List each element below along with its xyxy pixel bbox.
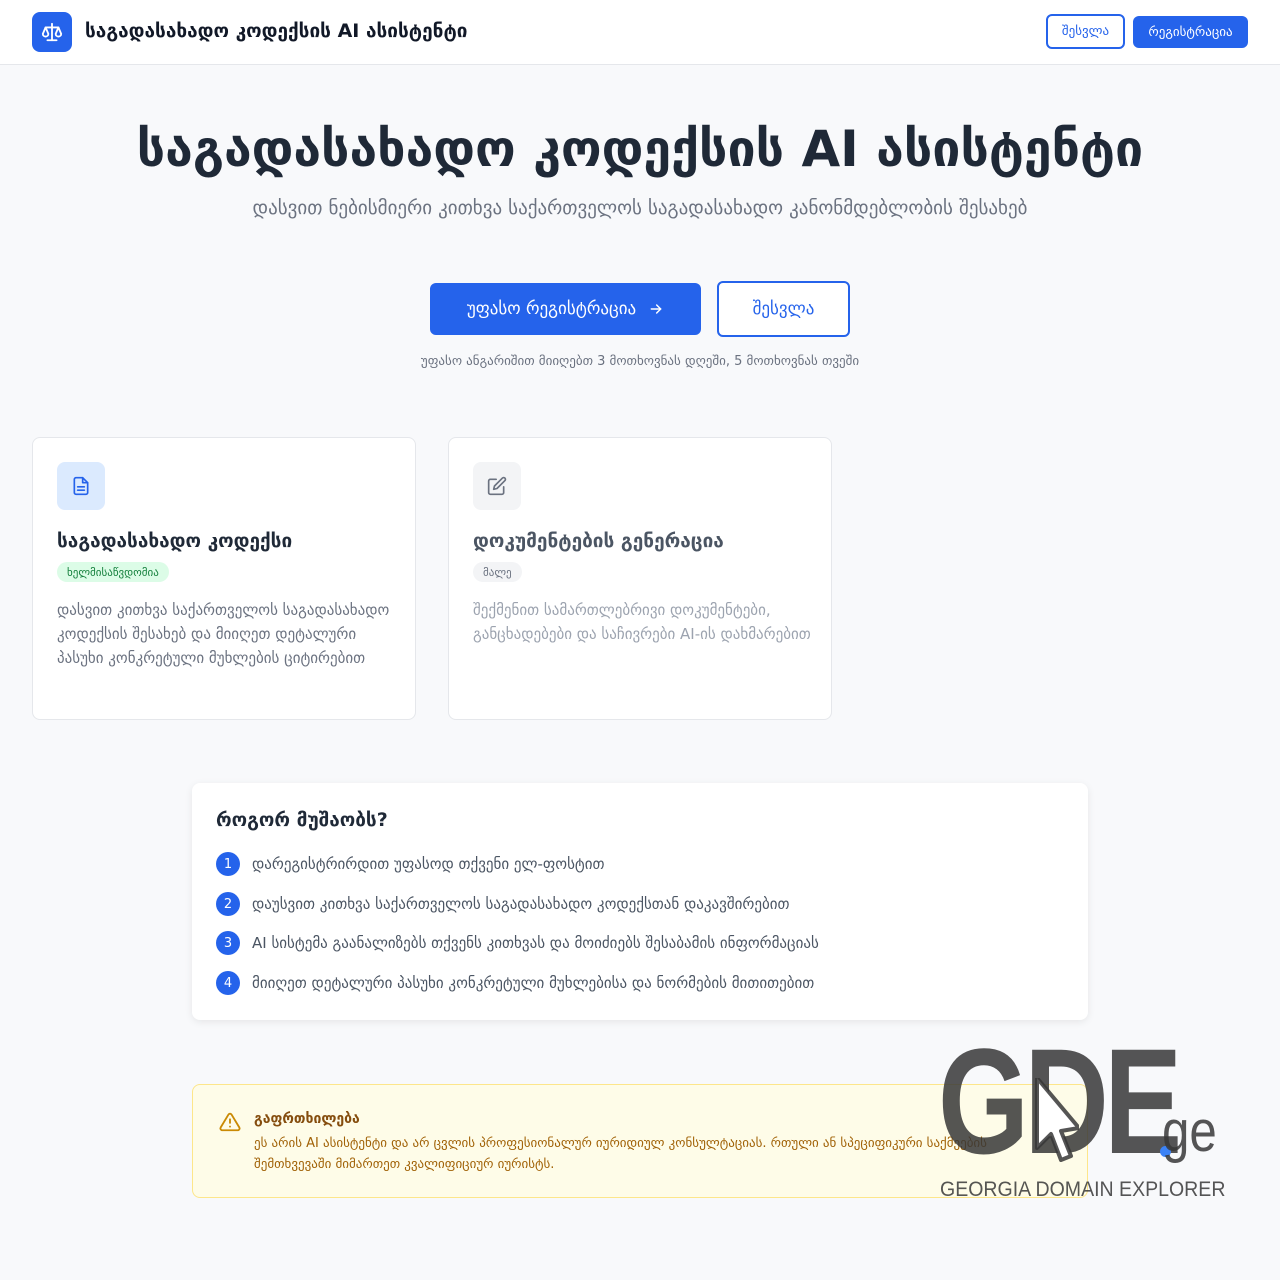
app-title: საგადასახადო კოდექსის AI ასისტენტი	[85, 20, 468, 42]
header-login-button[interactable]: შესვლა	[1046, 14, 1125, 49]
scales-icon	[41, 22, 63, 42]
step-text: დაუსვით კითხვა საქართველოს საგადასახადო …	[252, 895, 790, 913]
warning-title: გაფრთხილება	[254, 1111, 360, 1127]
step-text: მიიღეთ დეტალური პასუხი კონკრეტული მუხლებ…	[252, 974, 815, 992]
card-description: შექმენით სამართლებრივი დოკუმენტები, განც…	[473, 601, 811, 643]
hero-login-button[interactable]: შესვლა	[717, 281, 850, 337]
step-number: 1	[216, 852, 240, 876]
step-text: დარეგისტრირდით უფასოდ თქვენი ელ-ფოსტით	[252, 855, 605, 873]
status-badge: მალე	[473, 562, 522, 582]
card-title: საგადასახადო კოდექსი	[57, 530, 293, 552]
step-item: 2 დაუსვით კითხვა საქართველოს საგადასახად…	[216, 892, 790, 916]
cursor-icon	[1035, 1078, 1079, 1162]
header-register-button[interactable]: რეგისტრაცია	[1133, 16, 1248, 48]
arrow-right-icon	[650, 304, 662, 314]
step-item: 1 დარეგისტრირდით უფასოდ თქვენი ელ-ფოსტით	[216, 852, 605, 876]
step-text: AI სისტემა გაანალიზებს თქვენს კითხვას და…	[252, 934, 819, 952]
document-icon	[73, 476, 89, 496]
card-icon-box	[473, 462, 521, 510]
step-item: 4 მიიღეთ დეტალური პასუხი კონკრეტული მუხლ…	[216, 971, 814, 995]
watermark-tld: ge	[1162, 1099, 1217, 1164]
card-title: დოკუმენტების გენერაცია	[473, 530, 724, 552]
logo[interactable]	[32, 12, 72, 52]
step-item: 3 AI სისტემა გაანალიზებს თქვენს კითხვას …	[216, 931, 819, 955]
free-register-button[interactable]: უფასო რეგისტრაცია	[430, 283, 701, 335]
hero-subtitle: დასვით ნებისმიერი კითხვა საქართველოს საგ…	[252, 197, 1028, 219]
how-it-works-panel: როგორ მუშაობს? 1 დარეგისტრირდით უფასოდ თ…	[192, 783, 1088, 1020]
how-it-works-title: როგორ მუშაობს?	[216, 809, 388, 831]
card-description: დასვით კითხვა საქართველოს საგადასახადო კ…	[57, 601, 390, 667]
gde-watermark-logo: GDE ge GEORGIA DOMAIN EXPLORER	[938, 1026, 1248, 1204]
step-number: 4	[216, 971, 240, 995]
edit-icon	[487, 476, 507, 496]
top-header: საგადასახადო კოდექსის AI ასისტენტი შესვლ…	[0, 0, 1280, 65]
watermark-tagline: GEORGIA DOMAIN EXPLORER	[940, 1178, 1226, 1201]
free-plan-note: უფასო ანგარიშით მიიღებთ 3 მოთხოვნას დღეშ…	[420, 354, 860, 369]
feature-card-document-generation: დოკუმენტების გენერაცია მალე შექმენით სამ…	[448, 437, 832, 720]
status-badge: ხელმისაწვდომია	[57, 562, 169, 582]
free-register-label: უფასო რეგისტრაცია	[466, 299, 637, 319]
warning-triangle-icon	[219, 1112, 241, 1132]
card-icon-box	[57, 462, 105, 510]
hero-title: საგადასახადო კოდექსის AI ასისტენტი	[136, 120, 1144, 178]
step-number: 3	[216, 931, 240, 955]
step-number: 2	[216, 892, 240, 916]
feature-card-tax-code[interactable]: საგადასახადო კოდექსი ხელმისაწვდომია დასვ…	[32, 437, 416, 720]
